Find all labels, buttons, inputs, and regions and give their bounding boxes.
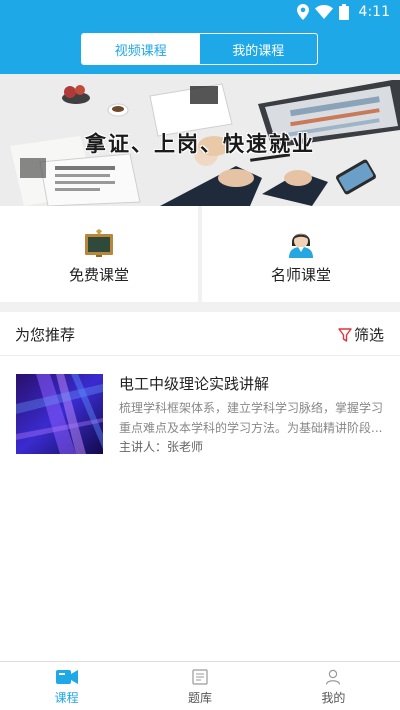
question-bank-icon — [192, 667, 208, 687]
location-icon — [296, 4, 309, 20]
filter-button[interactable]: 筛选 — [338, 324, 384, 345]
tab-courses[interactable]: 课程 — [0, 662, 133, 710]
tab-question-bank-label: 题库 — [187, 691, 212, 705]
video-course-icon — [55, 667, 78, 687]
bottom-tab-bar: 课程 题库 我的 — [0, 661, 400, 710]
free-class-label: 免费课堂 — [68, 266, 129, 284]
promo-banner[interactable]: 拿证、上岗、快速就业 — [0, 74, 400, 206]
profile-icon — [325, 667, 341, 687]
status-time: 4:11 — [358, 4, 390, 20]
wifi-icon — [314, 5, 333, 19]
course-title: 电工中级理论实践讲解 — [119, 375, 270, 393]
course-teacher: 主讲人：张老师 — [119, 440, 204, 454]
filter-icon — [338, 327, 352, 342]
status-bar: 4:11 — [0, 0, 400, 24]
free-class-entry[interactable]: 免费课堂 — [0, 206, 198, 302]
tab-profile[interactable]: 我的 — [267, 662, 400, 710]
recommend-title: 为您推荐 — [15, 326, 76, 344]
course-description: 梳理学科框架体系，建立学科学习脉络，掌握学习重点难点及本学科的学习方法。为基础精… — [119, 401, 384, 435]
status-icons: 4:11 — [296, 2, 390, 22]
tab-video-courses[interactable]: 视频课程 — [82, 34, 200, 64]
tab-profile-label: 我的 — [321, 691, 346, 705]
teacher-icon — [285, 228, 317, 258]
filter-label: 筛选 — [353, 326, 384, 344]
course-segmented-control: 视频课程 我的课程 — [81, 33, 318, 65]
section-divider — [0, 302, 400, 312]
app-header: 视频课程 我的课程 — [0, 24, 400, 74]
blackboard-icon — [83, 228, 115, 258]
tab-my-courses[interactable]: 我的课程 — [200, 34, 318, 64]
famous-teacher-entry[interactable]: 名师课堂 — [202, 206, 400, 302]
recommend-header: 为您推荐 筛选 — [0, 312, 400, 356]
banner-slogan: 拿证、上岗、快速就业 — [85, 131, 315, 156]
course-list-item[interactable]: 电工中级理论实践讲解 梳理学科框架体系，建立学科学习脉络，掌握学习重点难点及本学… — [0, 357, 400, 467]
battery-icon — [338, 4, 349, 20]
famous-teacher-label: 名师课堂 — [270, 266, 331, 284]
tab-courses-label: 课程 — [54, 691, 79, 705]
entry-cards: 免费课堂 名师课堂 — [0, 206, 400, 302]
course-thumbnail — [16, 374, 103, 454]
tab-question-bank[interactable]: 题库 — [133, 662, 266, 710]
